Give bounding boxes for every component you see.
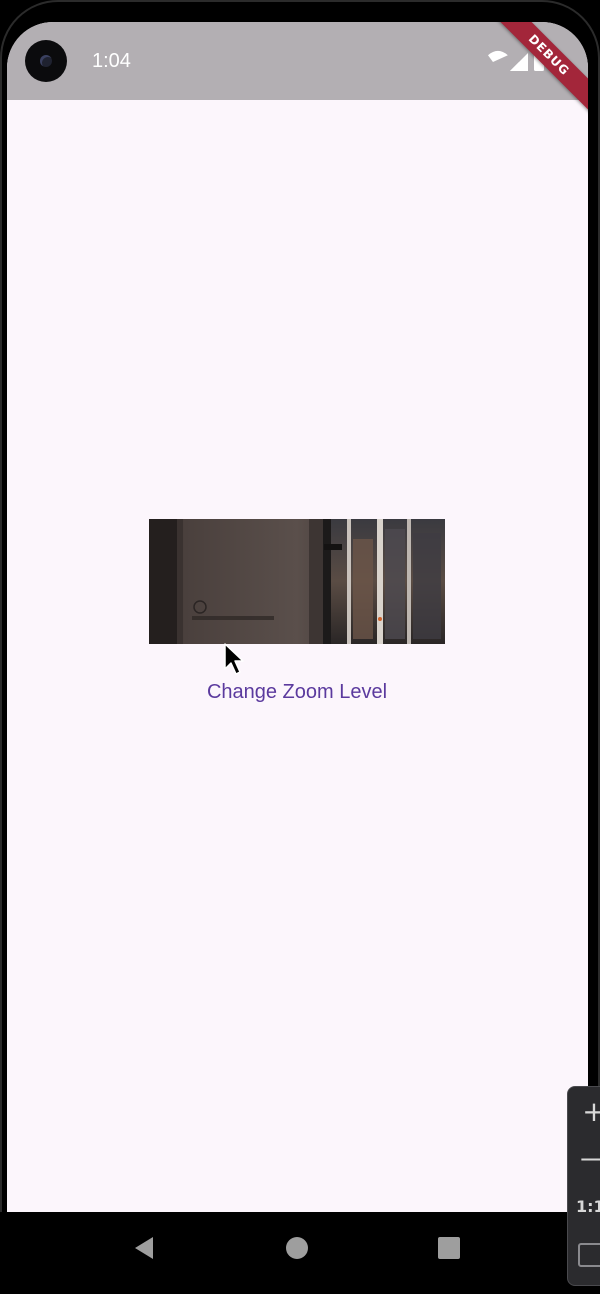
status-clock: 1:04 (92, 50, 131, 72)
fit-screen-icon[interactable] (578, 1243, 600, 1267)
home-icon[interactable] (284, 1235, 310, 1261)
app-body: Change Zoom Level (7, 100, 588, 1212)
zoom-out-icon[interactable]: — (574, 1144, 600, 1177)
camera-preview (149, 519, 445, 644)
actual-size-button[interactable]: 1:1 (576, 1197, 600, 1221)
wifi-icon (488, 50, 508, 63)
emulator-toolbar: + — 1:1 (567, 1086, 600, 1286)
system-nav-bar (0, 1212, 600, 1294)
status-bar: 1:04 DEBUG (7, 22, 588, 116)
front-camera-icon (25, 40, 67, 82)
phone-screen: 1:04 DEBUG Change Zoom Level (7, 22, 588, 1212)
mouse-pointer-icon (224, 643, 244, 675)
back-icon[interactable] (131, 1235, 157, 1261)
change-zoom-level-button[interactable]: Change Zoom Level (187, 670, 407, 714)
device-frame: 1:04 DEBUG Change Zoom Level + 1:1 (0, 0, 600, 1294)
camera-preview-image (149, 519, 445, 644)
recents-icon[interactable] (436, 1235, 462, 1261)
zoom-in-icon[interactable]: + (574, 1097, 600, 1127)
